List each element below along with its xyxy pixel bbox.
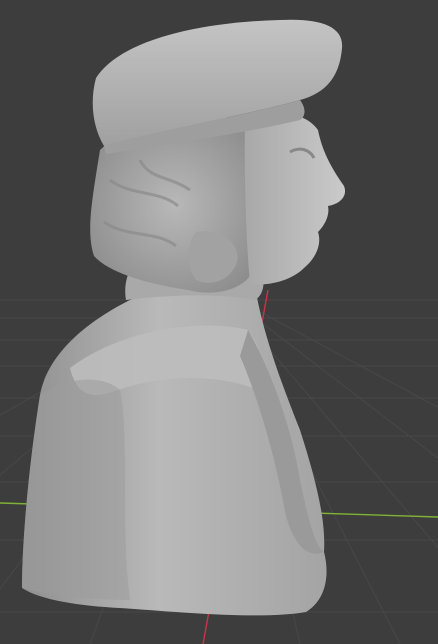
- viewport-canvas[interactable]: [0, 0, 438, 644]
- shoulder-shadow: [22, 379, 130, 600]
- face-mesh: [244, 113, 346, 285]
- 3d-viewport[interactable]: [0, 0, 438, 644]
